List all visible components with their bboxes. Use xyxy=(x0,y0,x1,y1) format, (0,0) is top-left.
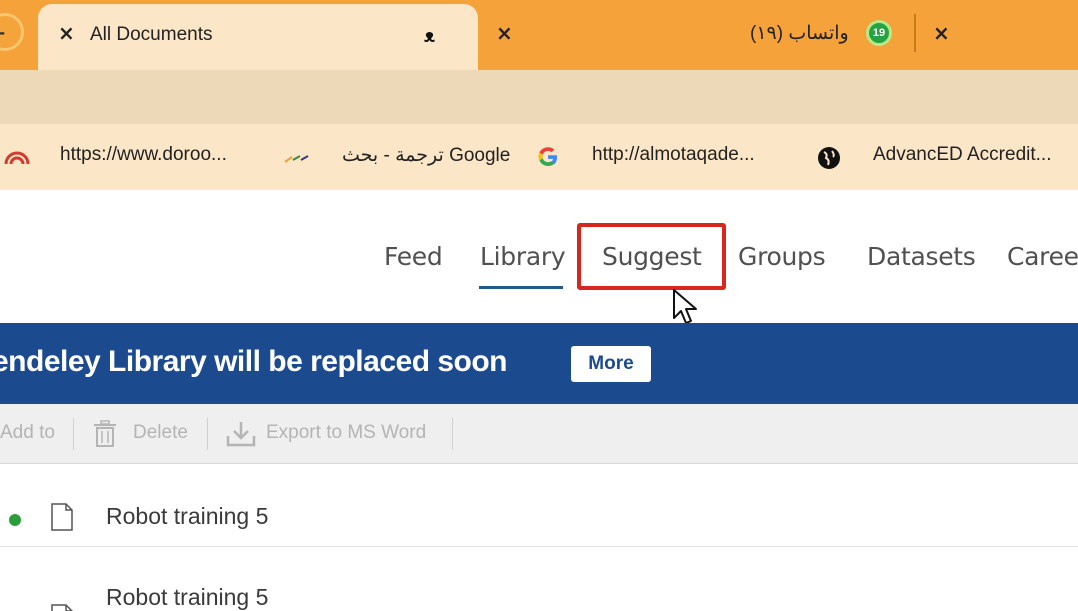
dash-icon xyxy=(284,155,309,163)
document-title: Robot training 5 xyxy=(106,584,269,610)
tab-strip: - × All Documents ᴥ × (١٩) واتساب 19 × xyxy=(0,0,1078,70)
profile-button[interactable]: - xyxy=(0,13,24,51)
close-tab-icon[interactable]: × xyxy=(58,21,75,45)
bookmark-almotaqade[interactable]: http://almotaqade... xyxy=(592,144,755,166)
highlight-box xyxy=(577,223,726,290)
tab-all-documents[interactable]: × All Documents ᴥ xyxy=(38,4,478,70)
document-title: Robot training 5 xyxy=(106,503,269,529)
globe-icon xyxy=(818,147,840,169)
mendeley-icon: ᴥ xyxy=(424,26,435,47)
nav-library[interactable]: Library xyxy=(480,242,566,271)
bookmarks-bar: https://www.doroo... ترجمة - بحث Google … xyxy=(0,124,1078,190)
unread-indicator xyxy=(9,514,21,526)
browser-toolbar xyxy=(0,70,1078,124)
profile-initial: - xyxy=(0,22,5,43)
browser-window: - × All Documents ᴥ × (١٩) واتساب 19 × h… xyxy=(0,0,1078,611)
document-icon xyxy=(51,604,73,611)
trash-icon xyxy=(94,420,116,447)
nav-active-indicator xyxy=(479,286,563,289)
nav-careers[interactable]: Caree xyxy=(1007,242,1078,271)
mouse-cursor-icon xyxy=(673,289,697,324)
bookmark-doroob[interactable]: https://www.doroo... xyxy=(60,144,227,166)
add-to-button[interactable]: Add to xyxy=(0,422,55,444)
action-toolbar: Add to Delete Export to MS Word xyxy=(0,404,1078,464)
delete-button[interactable]: Delete xyxy=(133,422,188,444)
toolbar-divider xyxy=(207,418,208,450)
banner-text: endeley Library will be replaced soon xyxy=(0,345,508,378)
nav-groups[interactable]: Groups xyxy=(738,242,826,271)
whatsapp-badge: 19 xyxy=(872,27,886,39)
document-row[interactable]: Robot training 5 xyxy=(0,465,1078,547)
export-ms-word-button[interactable]: Export to MS Word xyxy=(266,422,426,444)
announcement-banner: endeley Library will be replaced soon Mo… xyxy=(0,323,1078,404)
close-tab-icon[interactable]: × xyxy=(933,21,950,45)
whatsapp-icon: 19 xyxy=(866,20,892,46)
document-icon xyxy=(51,503,73,531)
doroob-icon xyxy=(4,151,30,165)
bookmark-google-translate[interactable]: ترجمة - بحث Google xyxy=(342,144,510,167)
toolbar-divider xyxy=(73,418,74,450)
close-tab-icon[interactable]: × xyxy=(496,21,513,45)
more-button[interactable]: More xyxy=(571,346,651,382)
toolbar-divider xyxy=(452,418,453,450)
tab-title-whatsapp[interactable]: (١٩) واتساب xyxy=(750,22,849,45)
google-icon xyxy=(538,147,557,166)
download-icon xyxy=(226,422,256,447)
page-content: Feed Library Suggest Groups Datasets Car… xyxy=(0,190,1078,611)
bookmark-advanced[interactable]: AdvancED Accredit... xyxy=(873,144,1051,166)
nav-feed[interactable]: Feed xyxy=(384,242,443,271)
tab-title: All Documents xyxy=(90,24,213,45)
nav-datasets[interactable]: Datasets xyxy=(867,242,976,271)
tab-divider xyxy=(914,14,916,52)
document-row[interactable]: Robot training 5 xyxy=(0,548,1078,611)
